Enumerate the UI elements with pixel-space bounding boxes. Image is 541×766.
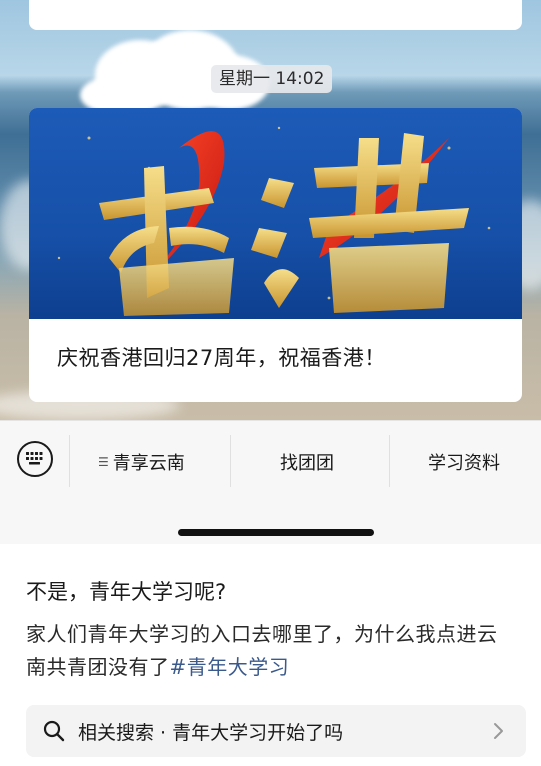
- related-search-text: 相关搜索 · 青年大学习开始了吗: [78, 722, 344, 744]
- post-hashtag[interactable]: #青年大学习: [170, 655, 290, 679]
- message-timestamp: 星期一 14:02: [211, 65, 333, 93]
- article-banner-image: 香港: [29, 108, 522, 319]
- chevron-right-icon: [494, 723, 503, 739]
- official-account-menu-bar: ☰ 青享云南 找团团 学习资料: [0, 420, 541, 544]
- home-indicator[interactable]: [178, 529, 374, 536]
- menu-item-qingxiang-yunnan[interactable]: ☰ 青享云南: [98, 449, 185, 475]
- feed-post[interactable]: 不是，青年大学习呢? 家人们青年大学习的入口去哪里了，为什么我点进云南共青团没有…: [0, 544, 541, 766]
- post-title: 不是，青年大学习呢?: [26, 580, 227, 604]
- keyboard-toggle-button[interactable]: [17, 441, 53, 477]
- menu-item-zhao-tuantuan[interactable]: 找团团: [280, 449, 334, 475]
- search-icon: [43, 720, 65, 742]
- keyboard-icon: [26, 452, 43, 465]
- menu-divider: [69, 435, 70, 487]
- menu-divider: [230, 435, 231, 487]
- chat-background: 星期一 14:02 庆祝香港回归27周年，祝福香港！: [0, 0, 541, 420]
- menu-item-label: 青享云南: [112, 453, 185, 474]
- previous-message-card[interactable]: [29, 0, 522, 30]
- submenu-icon: ☰: [98, 455, 109, 469]
- article-card[interactable]: 香港 庆祝香港回归27周年，祝福香港！: [29, 108, 522, 402]
- article-title: 庆祝香港回归27周年，祝福香港！: [57, 346, 386, 370]
- menu-item-study-materials[interactable]: 学习资料: [428, 449, 500, 475]
- post-body: 家人们青年大学习的入口去哪里了，为什么我点进云南共青团没有了#青年大学习: [26, 618, 516, 684]
- related-search-bar[interactable]: 相关搜索 · 青年大学习开始了吗: [26, 705, 526, 757]
- menu-divider: [389, 435, 390, 487]
